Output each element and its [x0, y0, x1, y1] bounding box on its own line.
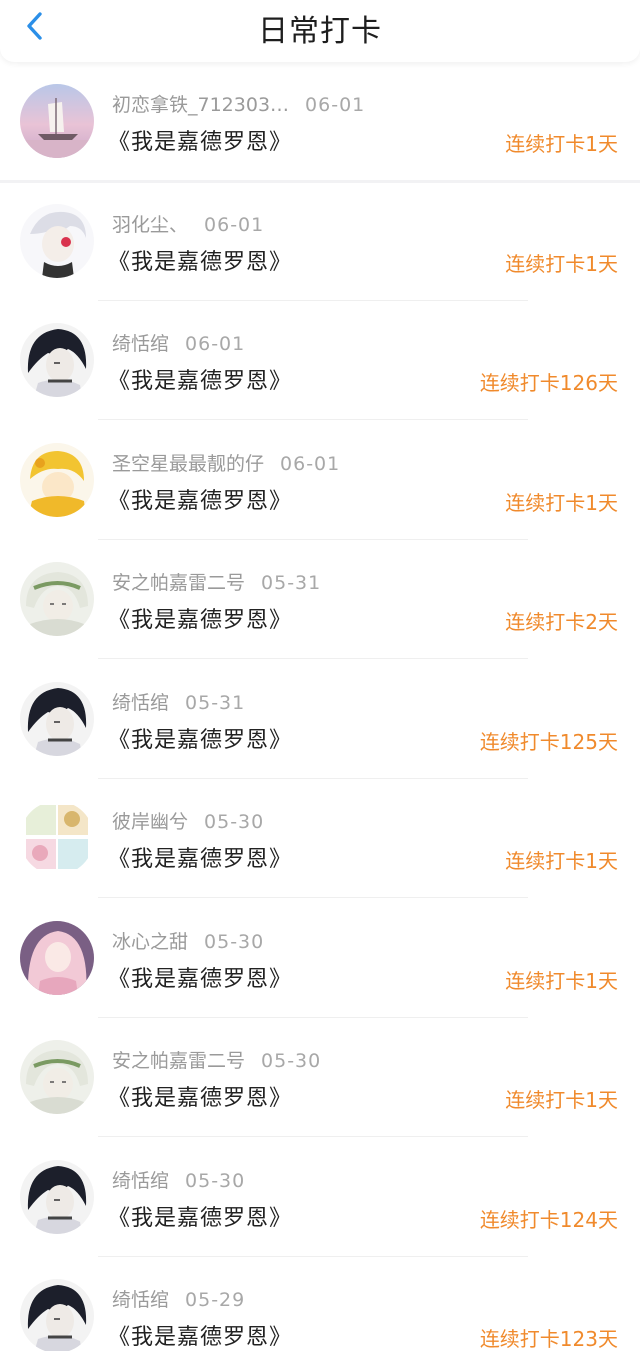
item-meta: 绮恬绾 05-31: [112, 688, 245, 715]
avatar[interactable]: [20, 1159, 94, 1234]
avatar[interactable]: [20, 203, 94, 278]
list-item[interactable]: 安之帕嘉雷二号 05-31 《我是嘉德罗恩》 连续打卡2天: [0, 540, 640, 659]
item-meta: 彼岸幽兮 05-30: [112, 807, 264, 834]
checkin-list[interactable]: 初恋拿铁_712303… 06-01 《我是嘉德罗恩》 连续打卡1天 羽化尘、 06-0…: [0, 62, 640, 1351]
streak-label: 连续打卡1天: [505, 132, 618, 156]
list-item[interactable]: 冰心之甜 05-30 《我是嘉德罗恩》 连续打卡1天: [0, 899, 640, 1018]
username[interactable]: 绮恬绾: [112, 333, 169, 355]
username[interactable]: 安之帕嘉雷二号: [112, 1050, 245, 1072]
username[interactable]: 羽化尘、: [112, 214, 188, 236]
book-title[interactable]: 《我是嘉德罗恩》: [108, 244, 292, 276]
checkin-date: 05-31: [261, 572, 322, 594]
book-title[interactable]: 《我是嘉德罗恩》: [108, 1319, 292, 1351]
list-item[interactable]: 彼岸幽兮 05-30 《我是嘉德罗恩》 连续打卡1天: [0, 779, 640, 898]
avatar[interactable]: [20, 442, 94, 517]
streak-label: 连续打卡1天: [505, 251, 618, 276]
checkin-date: 05-30: [261, 1050, 322, 1072]
list-item[interactable]: 安之帕嘉雷二号 05-30 《我是嘉德罗恩》 连续打卡1天: [0, 1018, 640, 1137]
avatar[interactable]: [20, 1040, 94, 1114]
page-title: 日常打卡: [258, 14, 382, 49]
list-item[interactable]: 绮恬绾 06-01 《我是嘉德罗恩》 连续打卡126天: [0, 301, 640, 420]
book-title[interactable]: 《我是嘉德罗恩》: [108, 483, 292, 515]
checkin-date: 05-31: [185, 691, 246, 714]
book-title[interactable]: 《我是嘉德罗恩》: [108, 124, 292, 156]
checkin-date: 05-30: [204, 930, 265, 953]
item-meta: 绮恬绾 05-30: [112, 1166, 245, 1193]
item-meta: 圣空星最最靓的仔 06-01: [112, 449, 340, 476]
book-title[interactable]: 《我是嘉德罗恩》: [108, 363, 292, 395]
username[interactable]: 初恋拿铁_712303…: [112, 94, 289, 116]
item-meta: 绮恬绾 05-29: [112, 1285, 245, 1312]
checkin-date: 05-29: [185, 1289, 246, 1311]
list-item[interactable]: 绮恬绾 05-30 《我是嘉德罗恩》 连续打卡124天: [0, 1138, 640, 1257]
book-title[interactable]: 《我是嘉德罗恩》: [108, 961, 292, 993]
username[interactable]: 安之帕嘉雷二号: [112, 572, 245, 594]
checkin-date: 06-01: [204, 213, 265, 236]
username[interactable]: 绮恬绾: [112, 692, 169, 714]
avatar[interactable]: [20, 323, 94, 397]
item-meta: 初恋拿铁_712303… 06-01: [112, 90, 365, 117]
avatar[interactable]: [20, 1279, 94, 1351]
avatar[interactable]: [20, 84, 94, 158]
list-item[interactable]: 绮恬绾 05-29 《我是嘉德罗恩》 连续打卡123天: [0, 1257, 640, 1351]
username[interactable]: 绮恬绾: [112, 1289, 169, 1311]
checkin-date: 06-01: [305, 94, 366, 116]
book-title[interactable]: 《我是嘉德罗恩》: [108, 1200, 292, 1232]
item-meta: 安之帕嘉雷二号 05-31: [112, 568, 321, 595]
item-meta: 冰心之甜 05-30: [112, 927, 264, 954]
list-item[interactable]: 初恋拿铁_712303… 06-01 《我是嘉德罗恩》 连续打卡1天: [0, 62, 640, 183]
checkin-date: 06-01: [280, 452, 341, 475]
streak-label: 连续打卡1天: [505, 1088, 618, 1112]
streak-label: 连续打卡1天: [505, 490, 618, 515]
streak-label: 连续打卡125天: [479, 729, 618, 754]
streak-label: 连续打卡1天: [505, 849, 618, 873]
avatar[interactable]: [20, 681, 94, 756]
book-title[interactable]: 《我是嘉德罗恩》: [108, 841, 292, 873]
username[interactable]: 绮恬绾: [112, 1170, 169, 1192]
checkin-date: 05-30: [185, 1169, 246, 1192]
item-meta: 绮恬绾 06-01: [112, 329, 245, 356]
checkin-date: 06-01: [185, 333, 246, 355]
book-title[interactable]: 《我是嘉德罗恩》: [108, 722, 292, 754]
streak-label: 连续打卡124天: [479, 1207, 618, 1232]
list-item[interactable]: 绮恬绾 05-31 《我是嘉德罗恩》 连续打卡125天: [0, 660, 640, 779]
streak-label: 连续打卡2天: [505, 610, 618, 634]
item-meta: 安之帕嘉雷二号 05-30: [112, 1046, 321, 1073]
avatar[interactable]: [20, 562, 94, 636]
book-title[interactable]: 《我是嘉德罗恩》: [108, 1080, 292, 1112]
username[interactable]: 圣空星最最靓的仔: [112, 453, 264, 475]
top-bar: 日常打卡: [0, 0, 640, 62]
streak-label: 连续打卡1天: [505, 968, 618, 993]
list-item[interactable]: 羽化尘、 06-01 《我是嘉德罗恩》 连续打卡1天: [0, 182, 640, 301]
book-title[interactable]: 《我是嘉德罗恩》: [108, 602, 292, 634]
streak-label: 连续打卡126天: [479, 371, 618, 395]
streak-label: 连续打卡123天: [479, 1327, 618, 1351]
list-item[interactable]: 圣空星最最靓的仔 06-01 《我是嘉德罗恩》 连续打卡1天: [0, 421, 640, 540]
checkin-date: 05-30: [204, 811, 265, 833]
avatar[interactable]: [20, 920, 94, 995]
username[interactable]: 冰心之甜: [112, 931, 188, 953]
item-meta: 羽化尘、 06-01: [112, 210, 264, 237]
avatar[interactable]: [20, 801, 94, 875]
username[interactable]: 彼岸幽兮: [112, 811, 188, 833]
